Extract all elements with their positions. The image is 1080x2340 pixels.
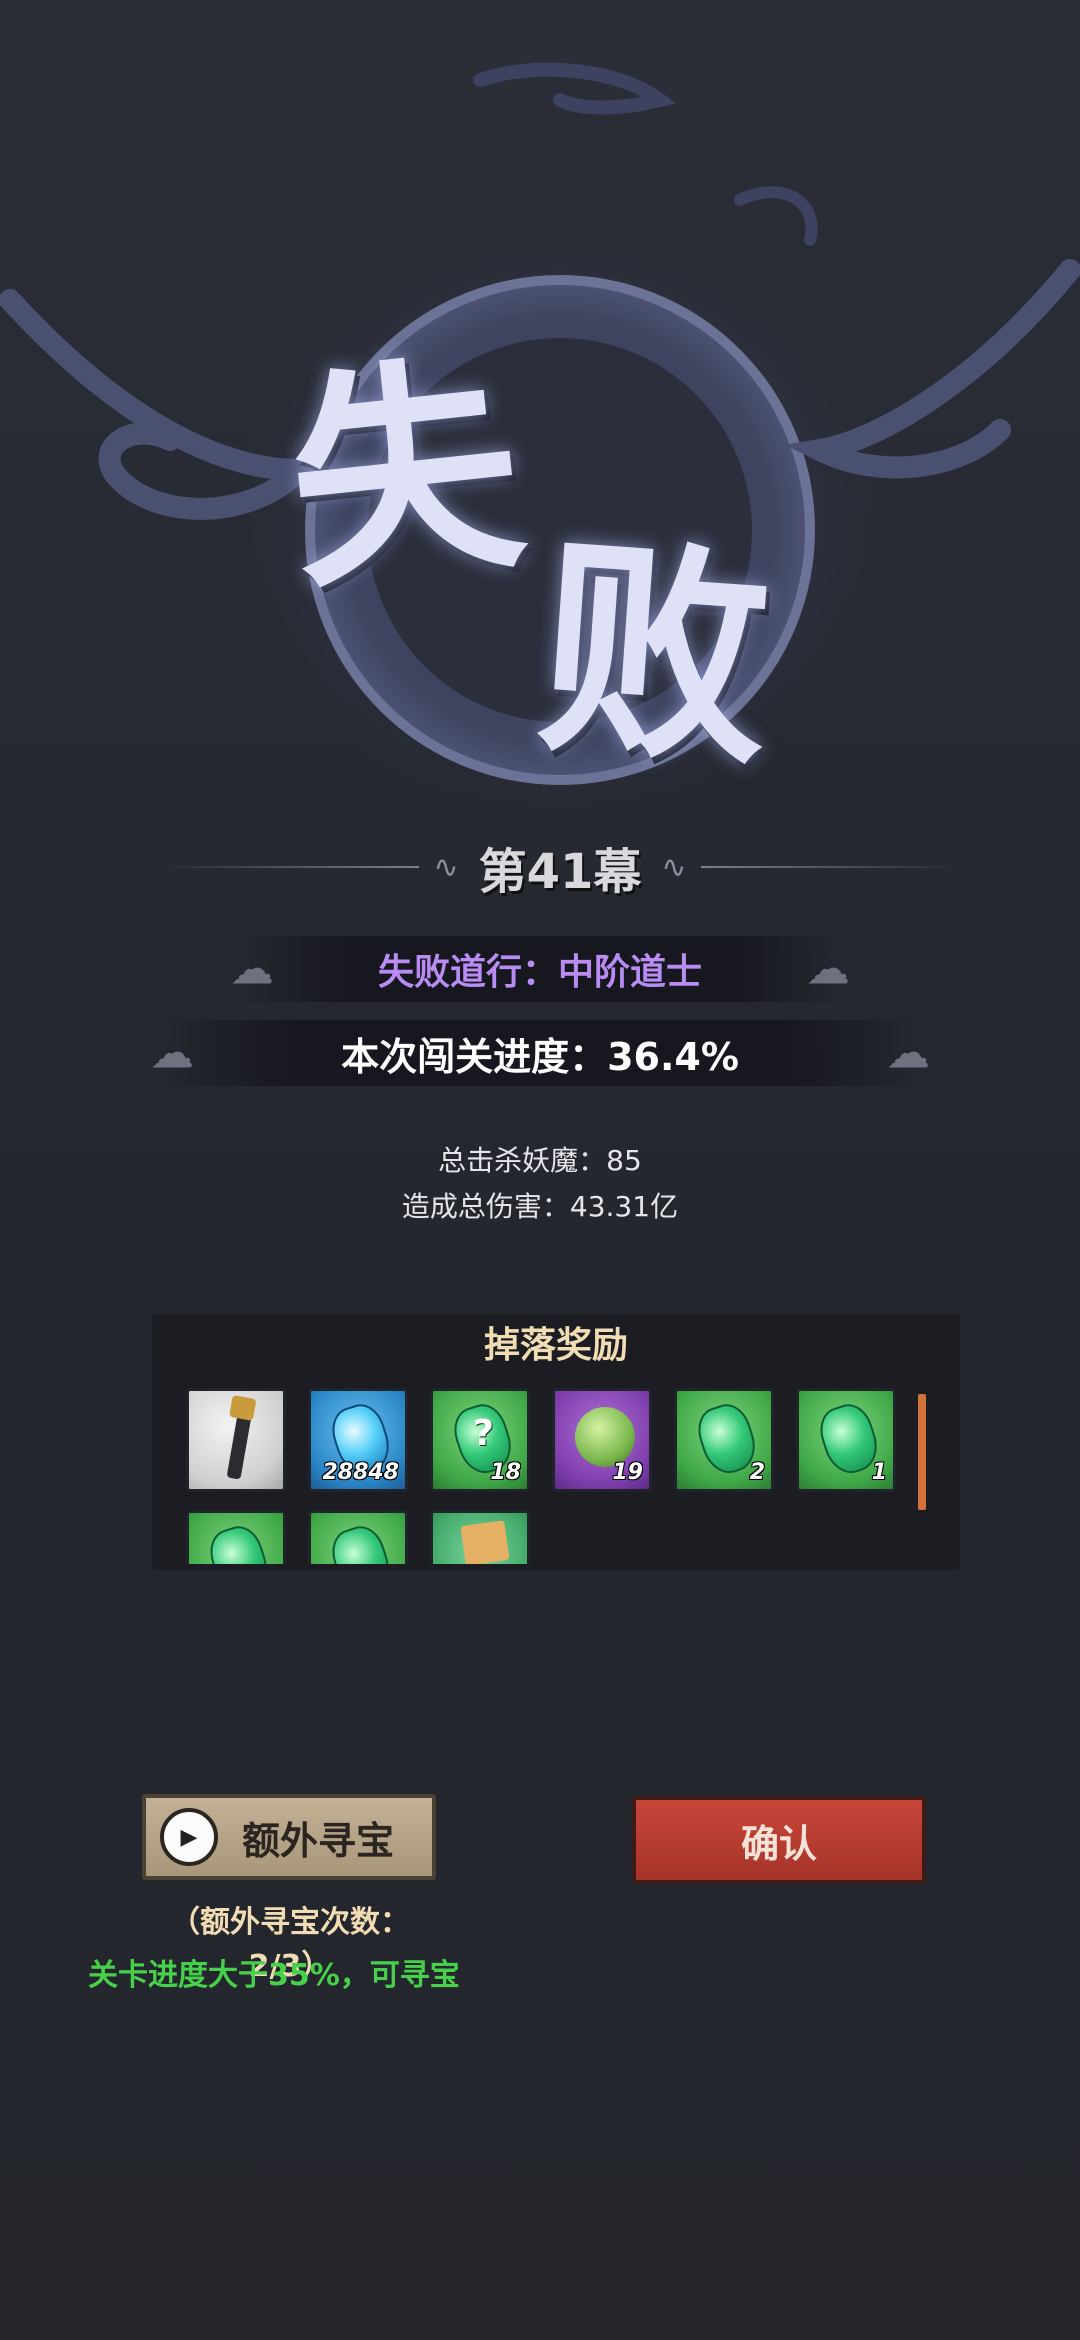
swirl-right-icon: ∿ — [661, 849, 687, 885]
loot-item-green-gem[interactable]: 1 — [796, 1388, 896, 1492]
progress-band: ☁ 本次闯关进度：36.4% ☁ — [150, 1020, 930, 1086]
extra-treasure-button[interactable]: ▶ 额外寻宝 — [142, 1794, 436, 1880]
defeat-title-char-2: 败 — [530, 512, 780, 798]
loot-scroll-indicator[interactable] — [918, 1394, 926, 1510]
play-video-icon: ▶ — [160, 1808, 218, 1866]
purple-orb-icon — [575, 1407, 635, 1467]
treasure-condition-text: 关卡进度大于35%，可寻宝 — [88, 1958, 460, 1993]
rank-band: ☁ 失败道行：中阶道士 ☁ — [230, 936, 850, 1002]
damage-stat: 造成总伤害：43.31亿 — [401, 1190, 679, 1223]
confirm-button[interactable]: 确认 — [632, 1796, 926, 1884]
extra-treasure-label: 额外寻宝 — [242, 1818, 395, 1863]
item-count: 18 — [490, 1460, 521, 1485]
loot-item-green-gem[interactable]: 2 — [674, 1388, 774, 1492]
loot-item-scroll[interactable] — [430, 1510, 530, 1564]
cloud-right-icon: ☁ — [886, 1027, 930, 1079]
battle-stats: 总击杀妖魔：85 造成总伤害：43.31亿 — [0, 1138, 1080, 1230]
item-count: 1 — [871, 1460, 887, 1485]
loot-item-blue-gem[interactable]: 28848 — [308, 1388, 408, 1492]
loot-grid[interactable]: 28848 ? 18 19 2 1 — [186, 1388, 946, 1564]
confirm-label: 确认 — [740, 1821, 817, 1866]
divider-line-right — [700, 866, 960, 868]
cloud-left-icon: ☁ — [230, 943, 274, 995]
kills-stat: 总击杀妖魔：85 — [438, 1144, 642, 1177]
item-count: 19 — [612, 1460, 643, 1485]
question-mark-icon: ? — [473, 1413, 494, 1454]
loot-item-green-gem[interactable] — [186, 1510, 286, 1564]
cloud-left-icon: ☁ — [150, 1027, 194, 1079]
rank-text: 失败道行：中阶道士 — [377, 952, 702, 993]
chapter-title: 第41幕 — [478, 844, 642, 900]
scroll-icon — [460, 1520, 510, 1564]
loot-item-purple-orb[interactable]: 19 — [552, 1388, 652, 1492]
divider-line-left — [160, 866, 420, 868]
progress-text: 本次闯关进度：36.4% — [341, 1034, 739, 1079]
defeat-title-char-1: 失 — [276, 328, 534, 622]
cloud-right-icon: ☁ — [806, 943, 850, 995]
loot-title: 掉落奖励 — [483, 1325, 628, 1366]
swirl-left-icon: ∿ — [433, 849, 459, 885]
chapter-header: ∿ 第41幕 ∿ — [160, 832, 960, 902]
loot-item-green-gem[interactable] — [308, 1510, 408, 1564]
loot-item-mystery-gem[interactable]: ? 18 — [430, 1388, 530, 1492]
loot-panel[interactable]: 掉落奖励 28848 ? 18 19 2 1 — [152, 1314, 960, 1570]
item-count: 28848 — [322, 1460, 399, 1485]
loot-item-weapon[interactable] — [186, 1388, 286, 1492]
item-count: 2 — [749, 1460, 765, 1485]
